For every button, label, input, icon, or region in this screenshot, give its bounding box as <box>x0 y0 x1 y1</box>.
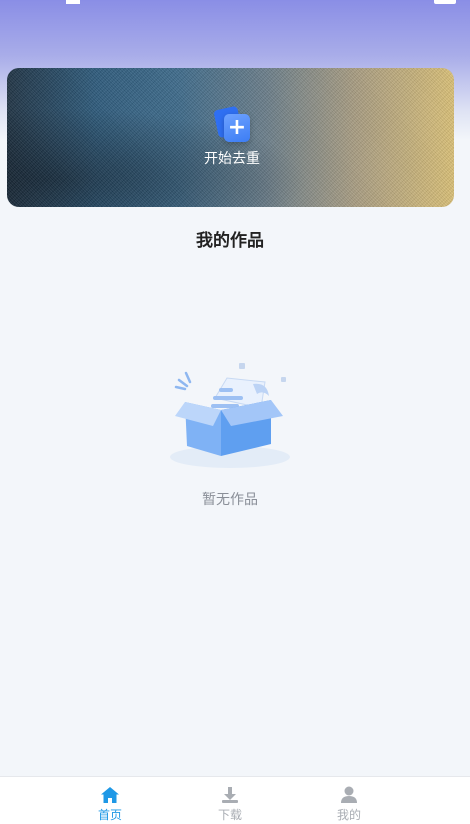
download-icon <box>220 785 240 805</box>
empty-box-illustration <box>165 360 295 475</box>
tab-download-label: 下载 <box>217 808 242 822</box>
bottom-tab-bar: 首页 下载 我的 <box>0 776 470 824</box>
tab-mine[interactable]: 我的 <box>319 785 379 824</box>
tab-home-label: 首页 <box>97 808 122 822</box>
tab-mine-label: 我的 <box>336 808 361 822</box>
tab-home[interactable]: 首页 <box>80 785 140 824</box>
user-icon <box>339 785 359 805</box>
battery-icon <box>434 0 456 4</box>
works-title: 我的作品 <box>196 231 264 251</box>
status-icon <box>66 0 80 4</box>
home-icon <box>100 785 120 805</box>
add-document-icon: + <box>212 104 252 144</box>
status-bar <box>0 0 470 6</box>
tab-download[interactable]: 下载 <box>200 785 260 824</box>
empty-state-text: 暂无作品 <box>202 492 258 508</box>
start-dedup-banner[interactable]: + 开始去重 <box>7 68 454 207</box>
start-dedup-label: 开始去重 <box>204 151 260 167</box>
start-dedup-button[interactable]: + 开始去重 <box>197 104 267 174</box>
